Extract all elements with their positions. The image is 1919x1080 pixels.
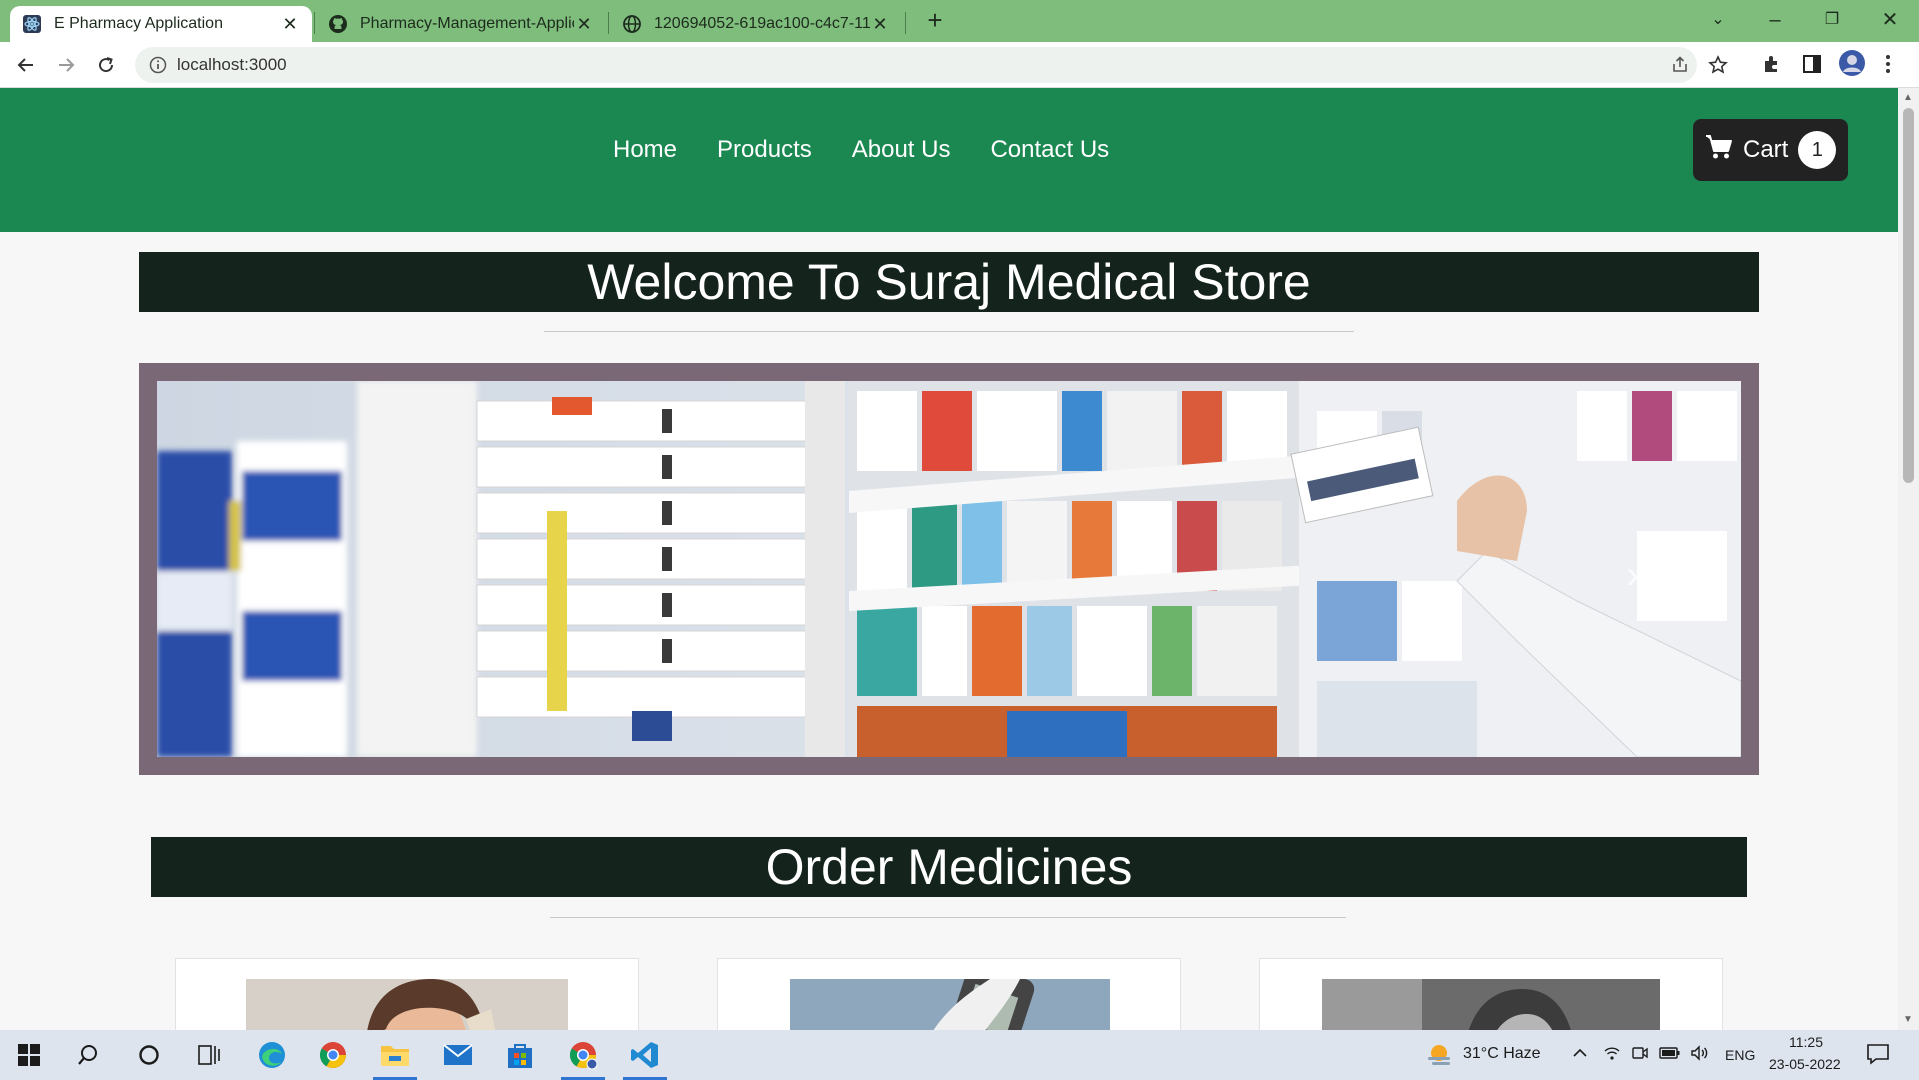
window-close-icon[interactable]: ✕ — [1870, 6, 1910, 34]
product-card[interactable] — [1259, 958, 1723, 1030]
nav-link-home[interactable]: Home — [613, 136, 677, 164]
restore-icon[interactable]: ❐ — [1812, 6, 1852, 34]
file-explorer-icon[interactable] — [373, 1039, 417, 1080]
image-carousel: ‹ › — [139, 363, 1759, 775]
chrome-profile-icon[interactable] — [561, 1039, 605, 1080]
site-navbar: Home Products About Us Contact Us Cart 1 — [0, 88, 1898, 232]
search-icon[interactable] — [72, 1039, 104, 1071]
tab-title: E Pharmacy Application — [54, 15, 223, 32]
windows-start-icon[interactable] — [13, 1039, 45, 1071]
order-medicines-heading: Order Medicines — [151, 837, 1747, 897]
show-hidden-icons-icon[interactable] — [1572, 1045, 1588, 1066]
close-icon[interactable]: ✕ — [280, 14, 300, 35]
nav-links: Home Products About Us Contact Us — [613, 136, 1109, 164]
language-indicator[interactable]: ENG — [1725, 1047, 1755, 1063]
notifications-icon[interactable] — [1866, 1043, 1890, 1070]
minimize-icon[interactable]: – — [1755, 6, 1795, 34]
new-tab-button[interactable]: + — [921, 7, 949, 35]
store-icon[interactable] — [504, 1039, 536, 1071]
divider — [550, 917, 1346, 918]
task-view-icon[interactable] — [193, 1039, 225, 1071]
tab-divider — [905, 12, 906, 34]
edge-icon[interactable] — [256, 1039, 288, 1071]
tab-search-icon[interactable]: ⌄ — [1698, 6, 1738, 34]
mail-icon[interactable] — [442, 1039, 474, 1071]
tab-e-pharmacy[interactable]: E Pharmacy Application ✕ — [10, 6, 312, 42]
scroll-down-arrow-icon[interactable]: ▼ — [1903, 1014, 1913, 1025]
close-icon[interactable]: ✕ — [870, 14, 890, 35]
close-icon[interactable]: ✕ — [574, 14, 594, 35]
chrome-icon[interactable] — [317, 1039, 349, 1071]
volume-icon[interactable] — [1690, 1045, 1710, 1066]
tab-divider — [608, 12, 609, 34]
globe-icon — [622, 14, 642, 34]
tab-title: 120694052-619ac100-c4c7-11eb — [654, 15, 870, 32]
tab-title: Pharmacy-Management-Applicat — [360, 15, 574, 32]
tab-image[interactable]: 120694052-619ac100-c4c7-11eb ✕ — [610, 6, 902, 42]
cortana-icon[interactable] — [133, 1039, 165, 1071]
carousel-prev-icon[interactable]: ‹ — [239, 553, 252, 598]
nav-link-products[interactable]: Products — [717, 136, 812, 164]
product-card[interactable] — [175, 958, 639, 1030]
battery-icon[interactable] — [1659, 1045, 1681, 1066]
scrollbar-thumb[interactable] — [1903, 108, 1914, 483]
browser-tab-strip: E Pharmacy Application ✕ Pharmacy-Manage… — [0, 0, 1919, 42]
url-text: localhost:3000 — [177, 55, 287, 74]
windows-taskbar: 31°C Haze ENG 11:25 23-05-2022 — [0, 1030, 1919, 1080]
divider — [544, 331, 1354, 332]
profile-avatar[interactable] — [1838, 49, 1866, 82]
back-icon[interactable] — [11, 50, 41, 80]
tab-divider — [314, 12, 315, 34]
wifi-icon[interactable] — [1603, 1045, 1621, 1066]
product-image — [790, 979, 1110, 1030]
product-image — [1322, 979, 1660, 1030]
nav-link-about-us[interactable]: About Us — [852, 136, 951, 164]
welcome-heading: Welcome To Suraj Medical Store — [139, 252, 1759, 312]
reload-icon[interactable] — [91, 50, 121, 80]
pharmacy-shelves-image — [157, 381, 1741, 757]
github-icon — [328, 14, 348, 34]
meet-now-icon[interactable] — [1631, 1045, 1649, 1066]
carousel-next-icon[interactable]: › — [1626, 553, 1639, 598]
forward-icon[interactable] — [51, 50, 81, 80]
weather-text[interactable]: 31°C Haze — [1463, 1045, 1541, 1063]
react-icon — [22, 14, 42, 34]
cart-button[interactable]: Cart 1 — [1693, 119, 1848, 181]
nav-link-contact-us[interactable]: Contact Us — [990, 136, 1109, 164]
browser-menu-icon[interactable] — [1884, 53, 1892, 80]
page-scrollbar[interactable]: ▲ ▼ — [1898, 88, 1919, 1030]
clock-time[interactable]: 11:25 — [1789, 1034, 1823, 1050]
weather-icon[interactable] — [1424, 1041, 1454, 1072]
browser-toolbar: localhost:3000 — [0, 42, 1919, 88]
side-panel-icon[interactable] — [1801, 53, 1823, 80]
share-icon[interactable] — [1670, 55, 1690, 80]
address-bar[interactable]: localhost:3000 — [135, 47, 1728, 83]
product-card[interactable] — [717, 958, 1181, 1030]
page-viewport: Home Products About Us Contact Us Cart 1… — [0, 88, 1898, 1030]
vscode-icon[interactable] — [623, 1039, 667, 1080]
product-image — [246, 979, 568, 1030]
clock-date[interactable]: 23-05-2022 — [1769, 1056, 1841, 1072]
tab-github[interactable]: Pharmacy-Management-Applicat ✕ — [316, 6, 606, 42]
scroll-up-arrow-icon[interactable]: ▲ — [1903, 92, 1913, 103]
bookmark-star-icon[interactable] — [1708, 55, 1728, 80]
shopping-cart-icon — [1705, 134, 1733, 167]
extensions-icon[interactable] — [1761, 53, 1783, 80]
site-info-icon[interactable] — [149, 56, 167, 79]
cart-count-badge: 1 — [1798, 131, 1837, 169]
cart-label: Cart — [1743, 136, 1789, 163]
